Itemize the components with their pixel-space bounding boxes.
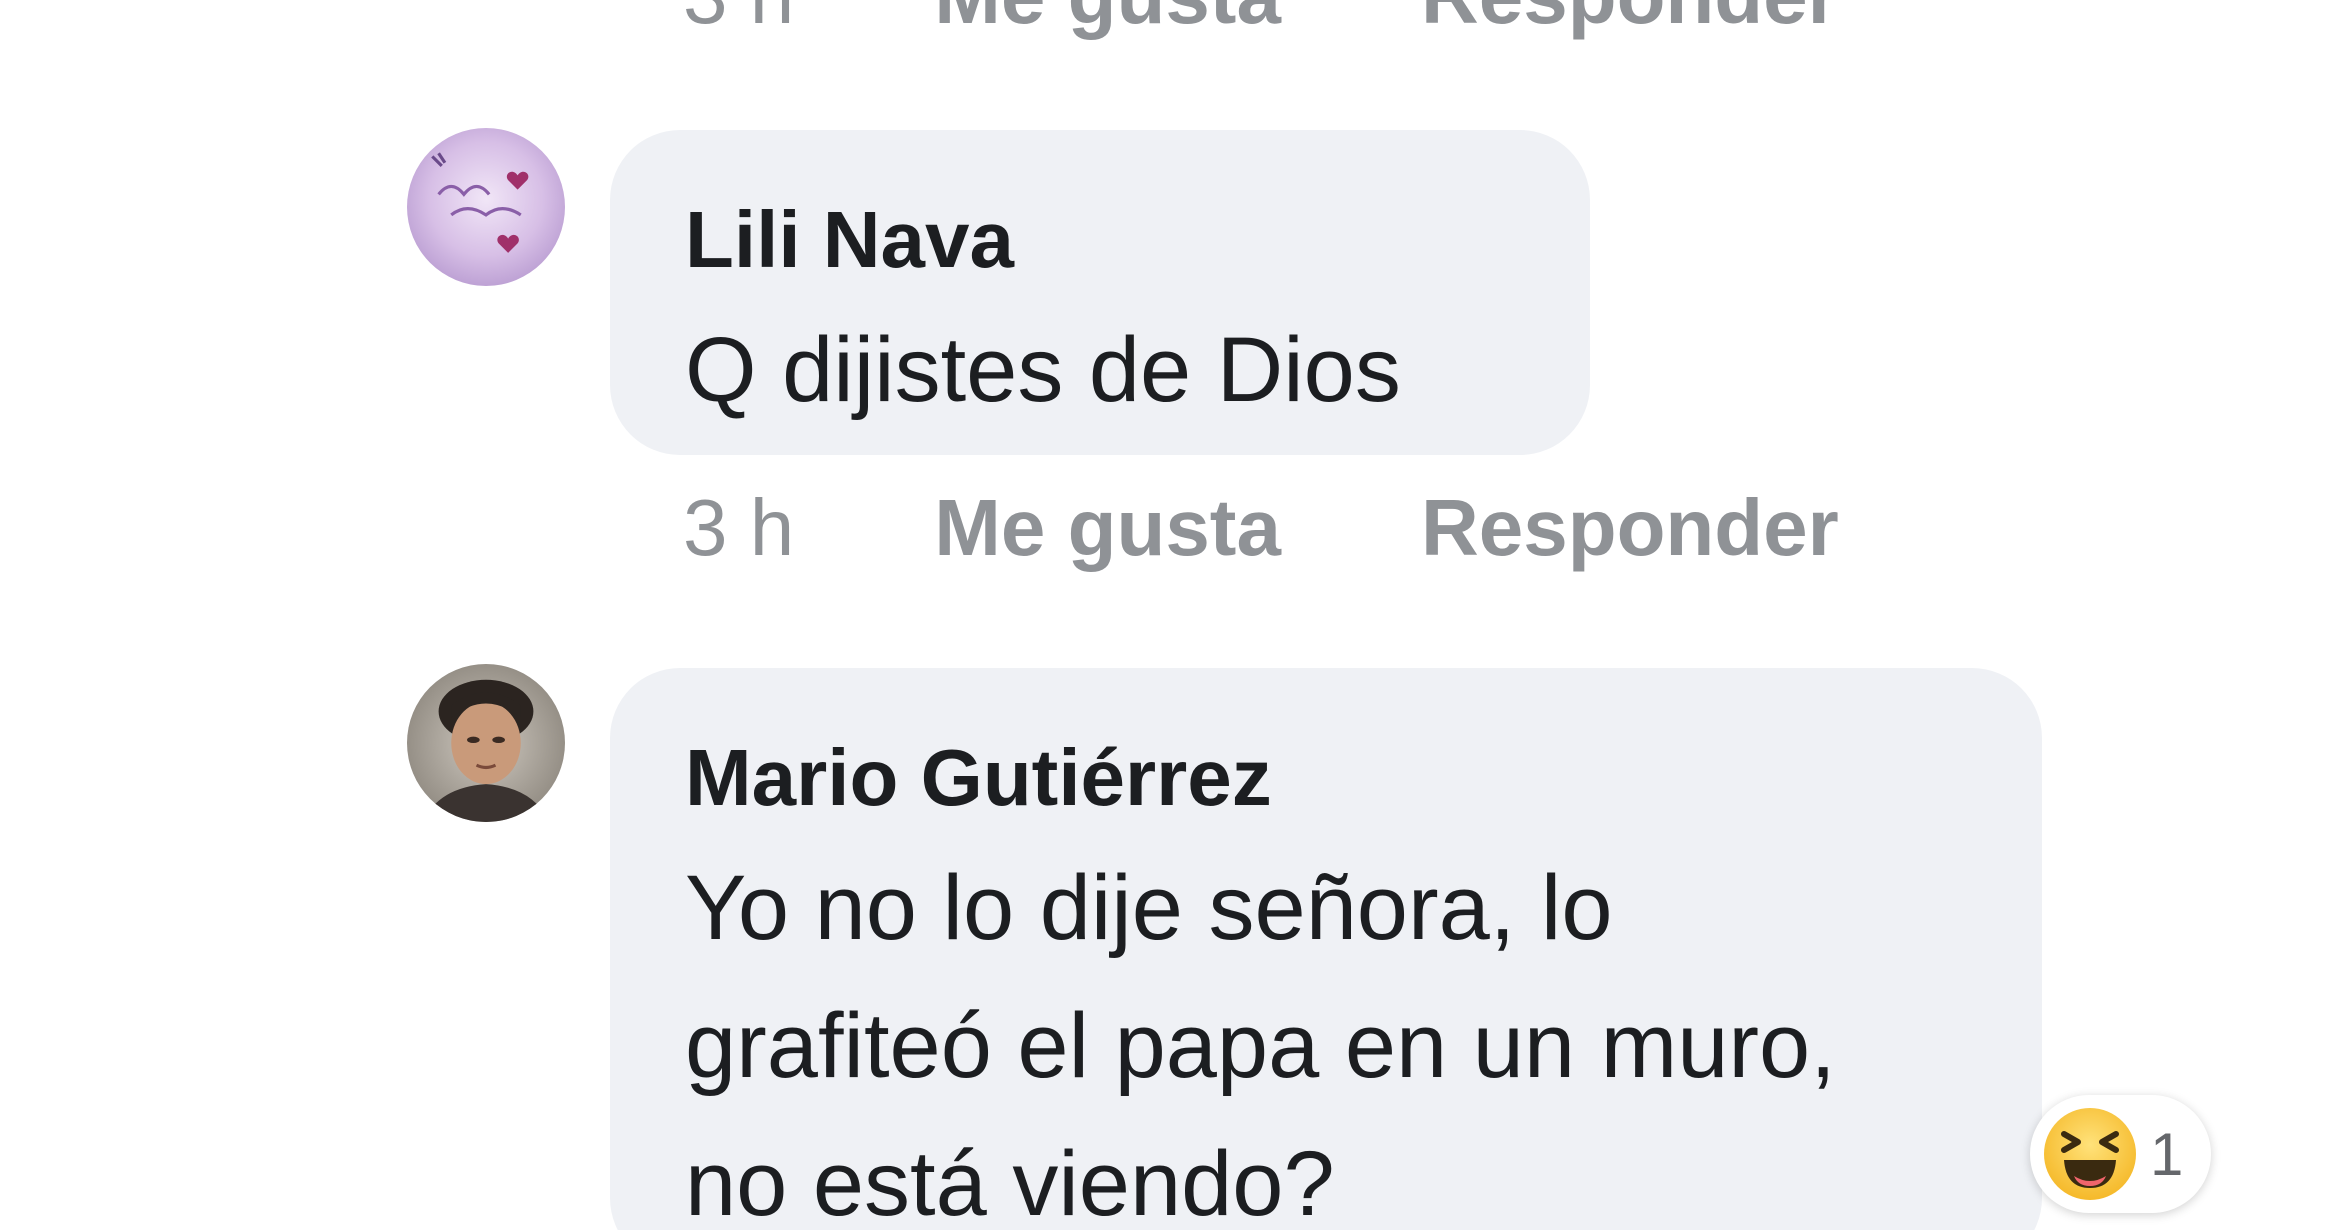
avatar-image [407,128,565,286]
comment-author[interactable]: Mario Gutiérrez [685,723,2042,833]
avatar[interactable] [407,128,565,286]
reply-link[interactable]: Responder [1421,0,1839,42]
comment-actions: 3 h Me gusta Responder [683,482,1839,574]
comment-actions-previous: 3 h Me gusta Responder [683,0,1839,42]
like-link[interactable]: Me gusta [934,0,1281,42]
haha-emoji-icon [2044,1108,2136,1200]
reaction-summary[interactable]: 1 [2030,1095,2212,1213]
avatar[interactable] [407,664,565,822]
like-link[interactable]: Me gusta [934,482,1281,574]
comment-bubble: Mario Gutiérrez Yo no lo dije señora, lo… [610,668,2042,1230]
comment-timestamp[interactable]: 3 h [683,482,794,574]
comment-bubble: Lili Nava Q dijistes de Dios [610,130,1590,455]
avatar-image [407,664,565,822]
comment-text-line: no está viendo? [685,1133,1335,1230]
comment-thread: 3 h Me gusta Responder Lili Nava Q dijis… [0,0,2350,1230]
comment-text-line: Yo no lo dije señora, lo [685,857,1613,959]
reaction-count: 1 [2150,1120,2184,1188]
comment-timestamp: 3 h [683,0,794,42]
reply-link[interactable]: Responder [1421,482,1839,574]
comment-text-line: grafiteó el papa en un muro, [685,995,1836,1097]
comment-text-line: Q dijistes de Dios [685,319,1401,421]
comment-author[interactable]: Lili Nava [685,185,1590,295]
